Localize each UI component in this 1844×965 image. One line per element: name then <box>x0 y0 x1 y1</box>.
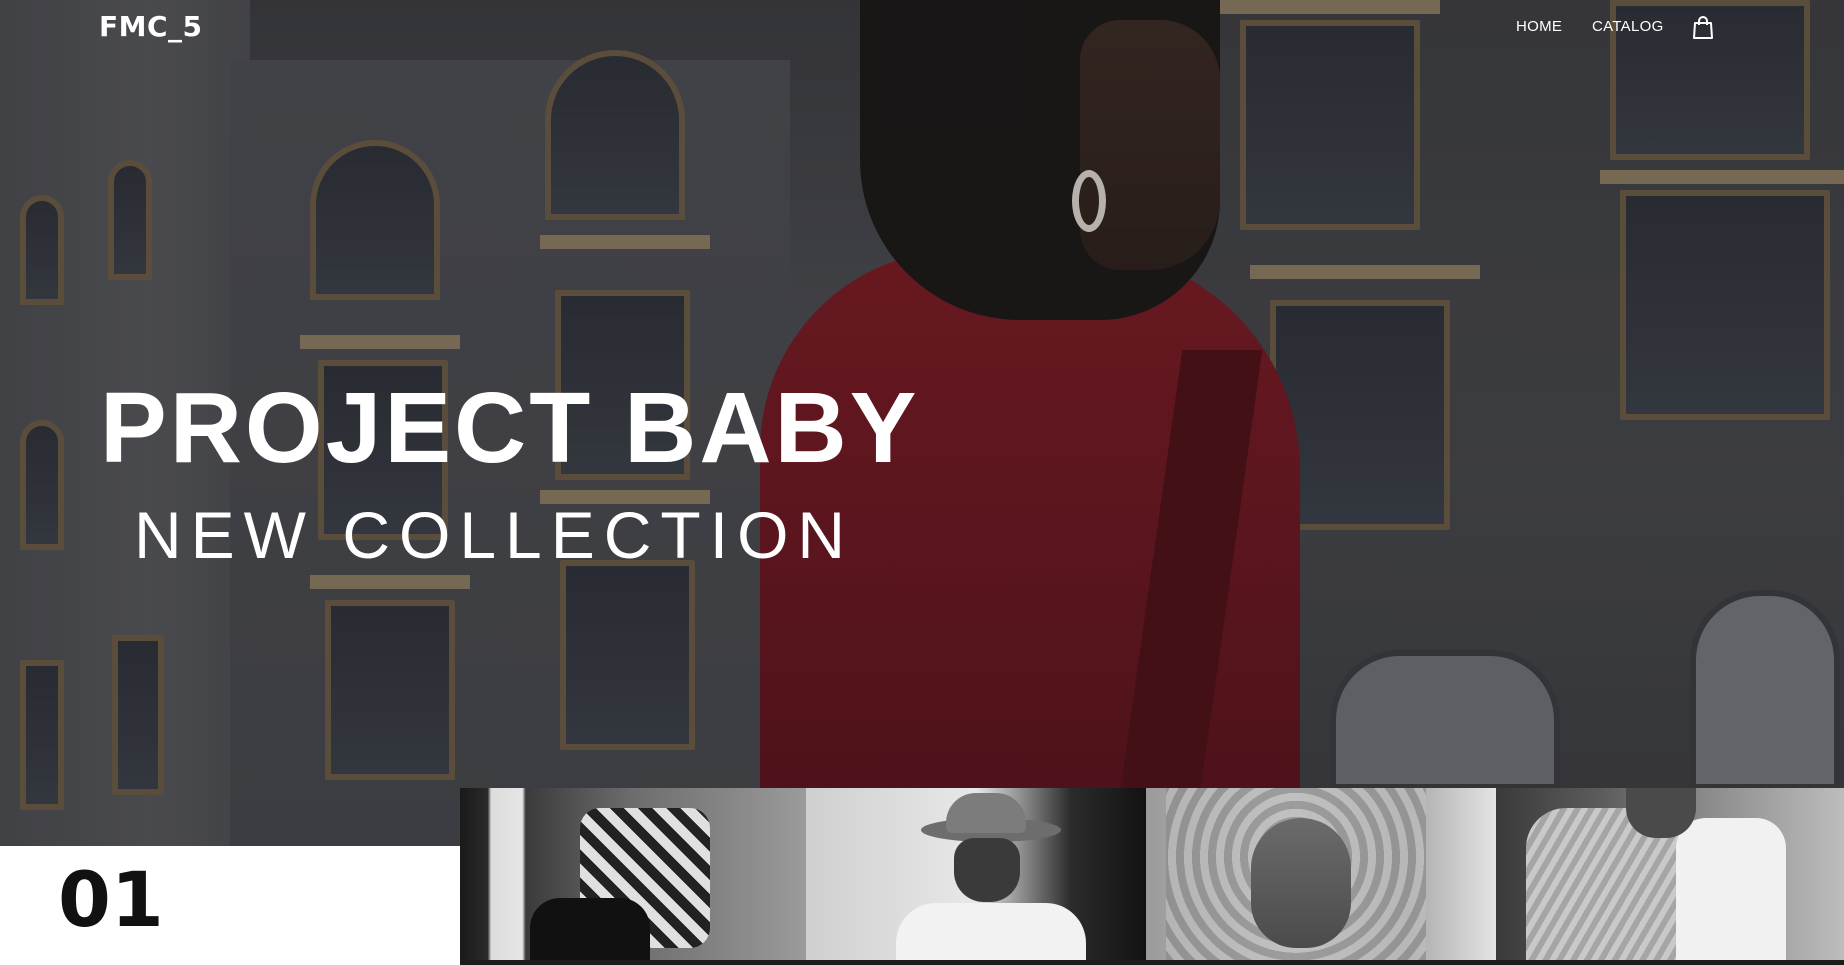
dark-pants <box>530 898 650 960</box>
thumbnail-man-hat[interactable] <box>806 788 1146 960</box>
strip-base <box>460 960 1844 965</box>
white-tshirt <box>896 903 1086 960</box>
site-logo[interactable]: FMC_5 <box>99 10 203 43</box>
thumbnail-strip <box>460 788 1844 965</box>
thumbnail-woman-plaid-shirt[interactable] <box>460 788 806 960</box>
face <box>1251 818 1351 948</box>
hero-subtitle: NEW COLLECTION <box>134 498 855 572</box>
hero-title: PROJECT BABY <box>100 372 920 484</box>
face <box>1626 788 1696 838</box>
nav-home[interactable]: HOME <box>1516 18 1562 40</box>
thumbnail-woman-scarf[interactable] <box>1146 788 1496 960</box>
face <box>954 838 1020 902</box>
nav-catalog[interactable]: CATALOG <box>1592 18 1664 40</box>
white-top <box>1676 818 1786 960</box>
shopping-bag-icon[interactable] <box>1692 16 1714 40</box>
slide-counter: 01 <box>58 855 164 944</box>
hat-crown <box>946 793 1026 833</box>
thumbnail-woman-denim[interactable] <box>1496 788 1844 960</box>
